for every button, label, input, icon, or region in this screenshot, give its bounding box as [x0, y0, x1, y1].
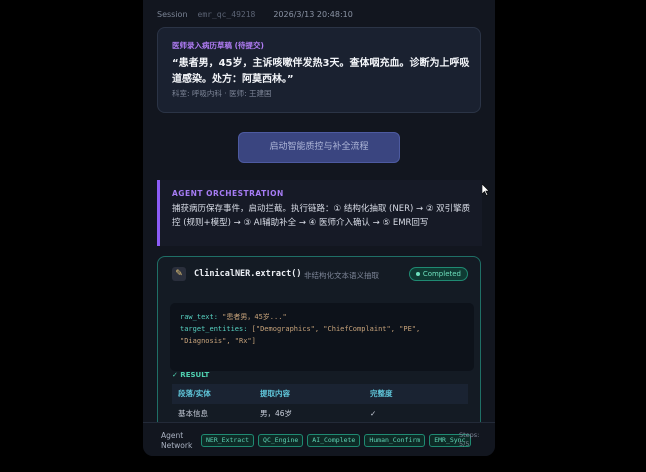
agent-chip[interactable]: AI_Complete: [307, 434, 361, 447]
result-label: ✓ RESULT: [172, 371, 210, 379]
code-block: raw_text: "患者男，45岁..." target_entities: …: [170, 303, 474, 371]
emr-draft-card: 医师录入病历草稿 (待提交) “患者男，45岁，主诉咳嗽伴发热3天。查体咽充血。…: [157, 27, 481, 113]
session-timestamp: 2026/3/13 20:48:10: [273, 10, 353, 19]
result-table: 段落/实体 提取内容 完整度 基本信息 男，46岁 ✓: [172, 384, 468, 424]
notepad-icon: ✎: [172, 267, 186, 281]
code-key-raw-text: raw_text:: [180, 313, 218, 321]
ner-step-card: ✎ ClinicalNER.extract() 非结构化文本语义抽取 Compl…: [157, 256, 481, 438]
agent-chip[interactable]: QC_Engine: [258, 434, 304, 447]
function-description: 非结构化文本语义抽取: [304, 271, 379, 280]
column-header: 段落/实体: [178, 389, 211, 398]
agent-network-bar: Agent Network NER_Extract QC_Engine AI_C…: [143, 422, 495, 456]
draft-status-tag: 医师录入病历草稿 (待提交): [172, 41, 264, 50]
steps-value: 5/5: [459, 440, 470, 448]
agent-orchestration-block: AGENT ORCHESTRATION 捕获病历保存事件，启动拦截。执行链路：①…: [157, 180, 482, 246]
steps-label: Steps:: [459, 431, 480, 439]
agent-chip[interactable]: NER_Extract: [201, 434, 255, 447]
emr-draft-text: “患者男，45岁，主诉咳嗽伴发热3天。查体咽充血。诊断为上呼吸道感染。处方：阿莫…: [172, 58, 470, 85]
session-id: emr_qc_49218: [197, 10, 256, 19]
status-badge-text: Completed: [422, 270, 461, 278]
code-val-raw-text: "患者男，45岁...": [222, 313, 287, 321]
table-row: 基本信息 男，46岁 ✓: [172, 404, 468, 424]
cell-entity: 基本信息: [178, 409, 208, 418]
agent-network-label-line1: Agent: [161, 431, 184, 440]
code-key-target: target_entities:: [180, 325, 248, 333]
session-label: Session: [157, 10, 188, 19]
agent-network-label-line2: Network: [161, 441, 193, 450]
status-dot-icon: [415, 272, 420, 276]
function-name: ClinicalNER.extract(): [194, 269, 302, 279]
status-badge: Completed: [408, 267, 468, 281]
agent-network-label: Agent Network: [161, 431, 192, 451]
table-header: 段落/实体 提取内容 完整度: [172, 384, 468, 404]
mouse-cursor-icon: [482, 184, 490, 196]
steps-counter: Steps: 5/5: [459, 431, 479, 449]
agent-chip[interactable]: Human_Confirm: [364, 434, 426, 447]
cell-completeness: ✓: [370, 409, 377, 418]
column-header: 完整度: [370, 389, 393, 398]
orchestration-description: 捕获病历保存事件，启动拦截。执行链路：① 结构化抽取 (NER) → ② 双引擎…: [172, 204, 471, 228]
session-bar: Session emr_qc_49218 2026/3/13 20:48:10: [157, 10, 487, 19]
emr-meta: 科室: 呼吸内科 · 医师: 王建国: [172, 89, 272, 98]
cell-content: 男，46岁: [260, 409, 293, 418]
column-header: 提取内容: [260, 389, 290, 398]
start-qc-button[interactable]: 启动智能质控与补全流程: [238, 132, 400, 163]
agent-chip-list: NER_Extract QC_Engine AI_Complete Human_…: [201, 434, 475, 447]
orchestration-title: AGENT ORCHESTRATION: [172, 189, 284, 198]
agent-panel: Session emr_qc_49218 2026/3/13 20:48:10 医师…: [143, 0, 495, 456]
